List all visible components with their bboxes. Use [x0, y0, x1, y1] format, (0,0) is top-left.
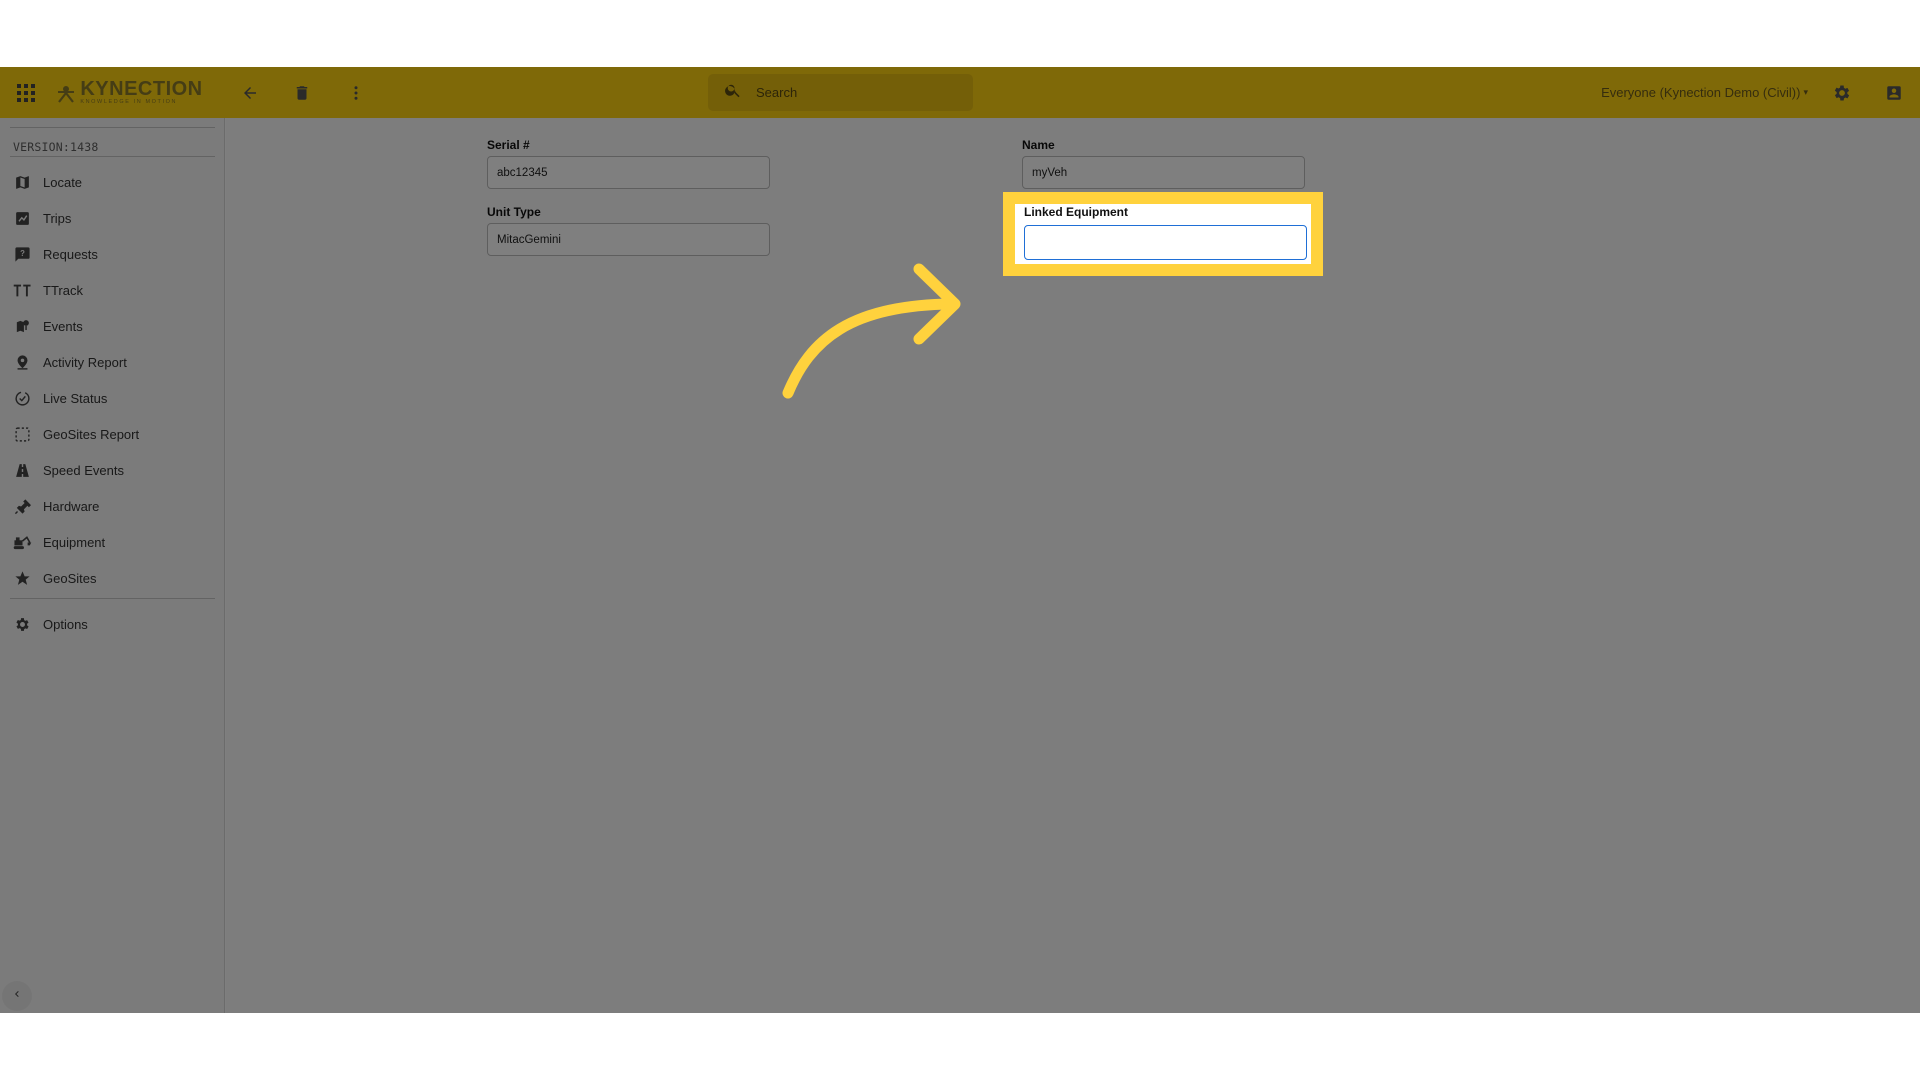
sidebar-item-label: TTrack: [43, 282, 83, 298]
page: KYNECTION KNOWLEDGE IN MOTION Search Eve…: [0, 0, 1920, 1080]
unit-type-input[interactable]: [487, 223, 770, 256]
unit-type-label: Unit Type: [487, 205, 541, 219]
organization-selector[interactable]: Everyone (Kynection Demo (Civil)) ▾: [1601, 67, 1808, 118]
sidebar-item-label: Locate: [43, 174, 83, 190]
chevron-left-icon: [11, 987, 23, 1005]
highlight-box: Linked Equipment: [1003, 192, 1323, 276]
sidebar-item-label: Live Status: [43, 390, 108, 406]
plug-icon: [12, 496, 32, 516]
text-tt-icon: [12, 280, 32, 300]
sidebar-item-label: Speed Events: [43, 462, 124, 478]
sidebar-item-label: Requests: [43, 246, 98, 262]
name-label: Name: [1022, 138, 1055, 152]
map-icon: [12, 172, 32, 192]
divider: [10, 156, 215, 157]
sidebar-item-label: Activity Report: [43, 354, 127, 370]
check-circle-icon: [12, 388, 32, 408]
sidebar-item-speed-events[interactable]: Speed Events: [0, 452, 224, 488]
logo-tagline: KNOWLEDGE IN MOTION: [80, 99, 178, 106]
collapse-sidebar-button[interactable]: [2, 981, 32, 1011]
sidebar-item-equipment[interactable]: Equipment: [0, 524, 224, 560]
sidebar-item-options[interactable]: Options: [0, 606, 224, 642]
sidebar-item-hardware[interactable]: Hardware: [0, 488, 224, 524]
apps-grid-icon[interactable]: [12, 67, 40, 118]
search-placeholder: Search: [756, 85, 798, 100]
svg-text:?: ?: [20, 248, 25, 257]
sidebar-item-trips[interactable]: Trips: [0, 200, 224, 236]
linked-equipment-label: Linked Equipment: [1024, 205, 1129, 219]
version-label: VERSION:1438: [13, 140, 99, 154]
serial-input[interactable]: [487, 156, 770, 189]
trash-icon[interactable]: [290, 67, 314, 118]
sidebar-item-ttrack[interactable]: TTrack: [0, 272, 224, 308]
trips-icon: [12, 208, 32, 228]
linked-equipment-input[interactable]: [1024, 225, 1307, 260]
name-input[interactable]: [1022, 156, 1305, 189]
person-pin-icon: [12, 352, 32, 372]
excavator-icon: [12, 532, 32, 552]
divider: [10, 598, 215, 599]
sidebar-item-activity-report[interactable]: Activity Report: [0, 344, 224, 380]
account-box-icon[interactable]: [1882, 67, 1906, 118]
linked-equipment-field: Linked Equipment: [1015, 204, 1311, 264]
sidebar-item-events[interactable]: Events: [0, 308, 224, 344]
top-bar: KYNECTION KNOWLEDGE IN MOTION Search Eve…: [0, 67, 1920, 118]
sidebar-item-label: GeoSites: [43, 570, 97, 586]
gear-icon: [12, 614, 32, 634]
sidebar-item-label: Hardware: [43, 498, 100, 514]
star-icon: [12, 568, 32, 588]
help-chat-icon: ?: [12, 244, 32, 264]
more-vert-icon[interactable]: [344, 67, 368, 118]
map-pin-icon: [12, 316, 32, 336]
sidebar-item-label: Equipment: [43, 534, 106, 550]
sidebar-item-geosites-report[interactable]: GeoSites Report: [0, 416, 224, 452]
search-icon: [724, 81, 742, 104]
sidebar-item-label: Options: [43, 616, 88, 632]
sidebar-item-label: GeoSites Report: [43, 426, 140, 442]
serial-label: Serial #: [487, 138, 530, 152]
sidebar-item-live-status[interactable]: Live Status: [0, 380, 224, 416]
sidebar-item-label: Trips: [43, 210, 72, 226]
sidebar-item-locate[interactable]: Locate: [0, 164, 224, 200]
back-arrow-icon[interactable]: [238, 67, 262, 118]
organization-label: Everyone (Kynection Demo (Civil)): [1601, 85, 1801, 100]
gear-icon[interactable]: [1830, 67, 1854, 118]
sidebar-item-geosites[interactable]: GeoSites: [0, 560, 224, 596]
divider: [10, 127, 215, 128]
search-bar[interactable]: Search: [708, 74, 973, 111]
sidebar: VERSION:1438 Locate Trips ? Requests TTr…: [0, 118, 225, 1013]
dashed-square-icon: [12, 424, 32, 444]
sidebar-item-label: Events: [43, 318, 83, 334]
road-icon: [12, 460, 32, 480]
sidebar-item-requests[interactable]: ? Requests: [0, 236, 224, 272]
logo-text: KYNECTION: [80, 78, 203, 101]
app-window: KYNECTION KNOWLEDGE IN MOTION Search Eve…: [0, 67, 1920, 1013]
caret-down-icon: ▾: [1803, 87, 1808, 97]
kynection-logo[interactable]: KYNECTION KNOWLEDGE IN MOTION: [54, 67, 204, 118]
